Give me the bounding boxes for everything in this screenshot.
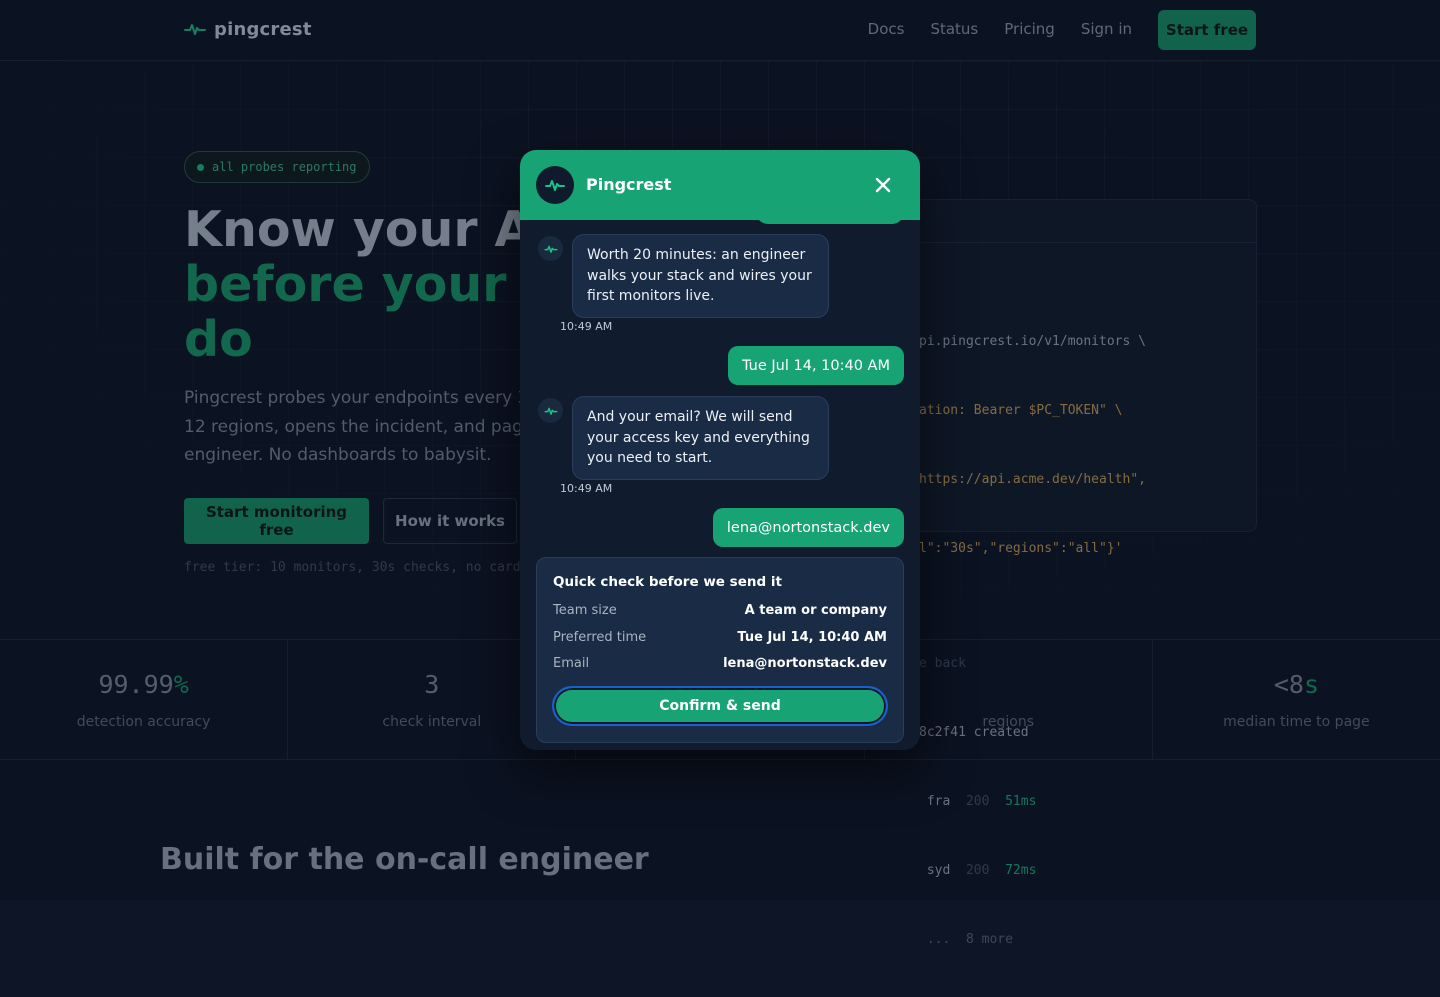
stat-value: 99.99% <box>98 670 189 699</box>
message-timestamp: 10:49 AM <box>560 320 613 333</box>
summary-key: Team size <box>553 603 617 618</box>
stat-label: median time to page <box>1223 714 1370 730</box>
nav-link-sign-in[interactable]: Sign in <box>1081 20 1132 38</box>
hero-subtitle: Pingcrest probes your endpoints every 30… <box>184 388 543 465</box>
status-pill: all probes reporting <box>184 151 370 183</box>
bot-avatar <box>538 398 563 423</box>
stat-label: detection accuracy <box>76 714 211 730</box>
nav-link-status[interactable]: Status <box>930 20 978 38</box>
probe-region: fra <box>919 794 966 809</box>
code-line: https://api.acme.dev/health", <box>919 472 1146 487</box>
brand-name: pingcrest <box>214 18 312 40</box>
stat-median-time-to-page: <8s median time to page <box>1153 640 1440 759</box>
probe-status: 200 <box>965 863 1006 878</box>
user-message-bubble: Tue Jul 14, 10:40 AM <box>728 346 904 385</box>
message-timestamp: 10:49 AM <box>560 482 613 495</box>
code-sample-card: pi.pingcrest.io/v1/monitors \ ation: Bea… <box>880 199 1257 947</box>
bot-message-bubble: And your email? We will send your access… <box>572 396 829 480</box>
probe-latency: 51ms <box>1005 794 1037 809</box>
chat-avatar <box>536 166 574 204</box>
summary-row-team-size: Team size A team or company <box>553 603 887 623</box>
start-monitoring-button[interactable]: Start monitoring free <box>184 498 369 544</box>
summary-value: Tue Jul 14, 10:40 AM <box>737 630 887 645</box>
probe-status: 200 <box>965 794 1006 809</box>
summary-key: Email <box>553 656 590 671</box>
code-line-probe-fra: fra 200 51ms <box>881 790 1256 813</box>
summary-value: lena@nortonstack.dev <box>723 656 887 671</box>
status-dot-icon <box>197 163 204 171</box>
status-pill-text: all probes reporting <box>212 160 357 174</box>
bot-avatar <box>538 236 563 261</box>
code-line: pi.pingcrest.io/v1/monitors \ <box>919 334 1146 349</box>
code-line: ation: Bearer $PC_TOKEN" \ <box>919 403 1123 418</box>
chat-widget: Pingcrest Worth 20 minutes: an engineer … <box>520 150 920 750</box>
top-nav: pingcrest Docs Status Pricing Sign in St… <box>0 0 1440 61</box>
stat-value: <8s <box>1273 670 1319 699</box>
summary-key: Preferred time <box>553 630 647 645</box>
pulse-icon <box>184 24 206 35</box>
start-free-button[interactable]: Start free <box>1158 10 1256 50</box>
close-icon <box>875 177 891 193</box>
pulse-icon <box>544 245 557 253</box>
code-line: ... 8 more <box>919 932 1013 947</box>
probe-region: syd <box>919 863 966 878</box>
free-tier-note: free tier: 10 monitors, 30s checks, no c… <box>184 560 521 575</box>
summary-value: A team or company <box>744 603 887 618</box>
probe-latency: 72ms <box>1005 863 1037 878</box>
nav-links: Docs Status Pricing Sign in <box>868 20 1132 38</box>
code-line: l":"30s","regions":"all"}' <box>919 541 1123 556</box>
nav-link-docs[interactable]: Docs <box>868 20 905 38</box>
user-message-bubble: lena@nortonstack.dev <box>712 508 904 547</box>
chat-title: Pingcrest <box>586 175 672 194</box>
code-card-titlebar <box>881 200 1256 243</box>
brand-logo[interactable]: pingcrest <box>184 18 312 40</box>
confirm-title: Quick check before we send it <box>553 574 782 590</box>
stat-detection-accuracy: 99.99% detection accuracy <box>0 640 289 759</box>
confirm-summary-card: Quick check before we send it Team size … <box>536 557 904 743</box>
summary-row-email: Email lena@nortonstack.dev <box>553 656 887 676</box>
pulse-icon <box>544 407 557 415</box>
section-title: Built for the on-call engineer <box>160 842 649 877</box>
bot-message-bubble: Worth 20 minutes: an engineer walks your… <box>572 234 829 318</box>
code-line-probe-syd: syd 200 72ms <box>881 859 1256 882</box>
how-it-works-button[interactable]: How it works <box>383 498 517 544</box>
confirm-send-button[interactable]: Confirm & send <box>552 686 888 726</box>
pulse-icon <box>545 180 565 191</box>
close-chat-button[interactable] <box>868 170 898 200</box>
summary-row-preferred-time: Preferred time Tue Jul 14, 10:40 AM <box>553 630 887 650</box>
nav-link-pricing[interactable]: Pricing <box>1004 20 1055 38</box>
chat-header: Pingcrest <box>520 150 920 220</box>
